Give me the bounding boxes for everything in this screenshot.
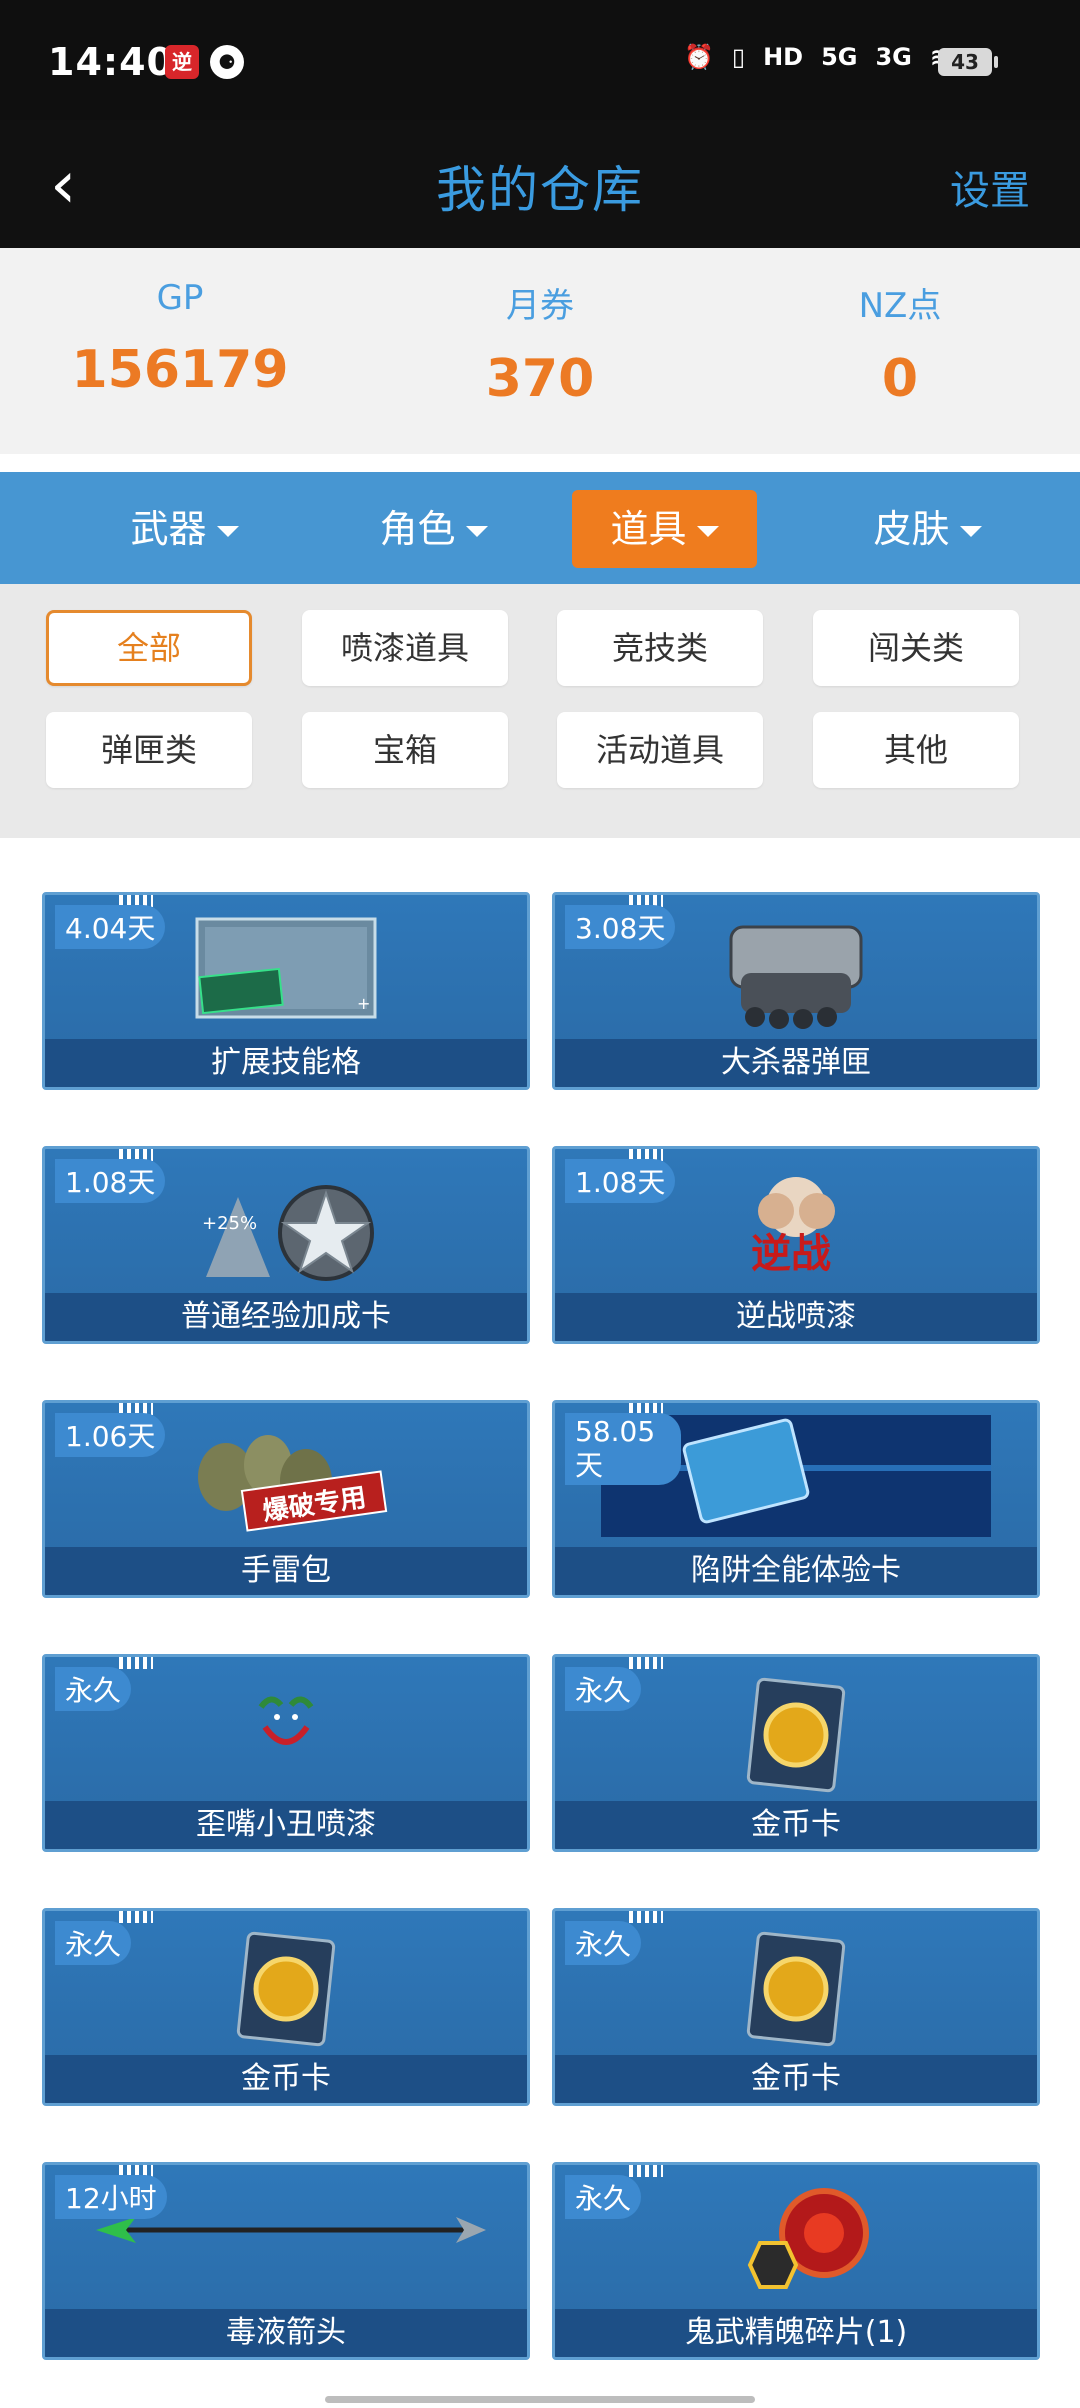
filter-magazine[interactable]: 弹匣类 [46, 712, 252, 788]
currency-nz: NZ点 0 [750, 278, 1050, 409]
duration-badge: 永久 [55, 1667, 132, 1711]
currency-value: 370 [485, 349, 595, 409]
star-badge-icon: +25% [202, 1185, 374, 1281]
page-title: 我的仓库 [436, 161, 644, 219]
status-bar: 14:40 逆 ⚈ ⏰ ▯ HD 5G 3G ≋ 43 [0, 0, 1080, 120]
item-card[interactable]: 永久 金币卡 [42, 1908, 530, 2106]
tab-label: 皮肤 [873, 507, 950, 551]
grenade-icon: 爆破专用 [198, 1435, 388, 1532]
filter-stage[interactable]: 闯关类 [813, 610, 1019, 686]
tab-label: 武器 [130, 507, 207, 551]
gold-coin-icon [746, 1931, 846, 2047]
filter-chest[interactable]: 宝箱 [302, 712, 508, 788]
duration-badge: 永久 [565, 1667, 642, 1711]
duration-badge: 3.08天 [565, 905, 676, 949]
currency-label: NZ点 [858, 286, 942, 326]
item-card[interactable]: 永久 金币卡 [552, 1908, 1040, 2106]
duration-badge: 58.05天 [565, 1413, 681, 1485]
tab-skins[interactable]: 皮肤 [835, 490, 1020, 568]
item-name: 金币卡 [555, 1801, 1037, 1849]
signal-5g-icon: 5G [821, 43, 858, 71]
magazine-icon [729, 925, 863, 1029]
chevron-down-icon [216, 526, 239, 537]
tab-label: 角色 [379, 507, 456, 551]
joker-icon [258, 1696, 314, 1745]
duration-badge: 1.06天 [55, 1413, 166, 1457]
skill-slot-icon: + [195, 917, 377, 1019]
notification-app-icon: 逆 [165, 45, 199, 79]
item-name: 金币卡 [45, 2055, 527, 2103]
chevron-down-icon [959, 526, 982, 537]
currency-label: GP [156, 278, 204, 318]
status-icons: ⏰ ▯ HD 5G 3G ≋ [684, 40, 950, 74]
home-indicator[interactable] [325, 2396, 755, 2403]
item-name: 毒液箭头 [45, 2309, 527, 2357]
item-card[interactable]: 58.05天 陷阱全能体验卡 [552, 1400, 1040, 1598]
duration-badge: 12小时 [55, 2175, 167, 2219]
item-card[interactable]: 永久 歪嘴小丑喷漆 [42, 1654, 530, 1852]
game-controller-icon: ⚈ [210, 45, 244, 79]
item-name: 大杀器弹匣 [555, 1039, 1037, 1087]
tab-label: 道具 [610, 507, 687, 551]
filter-panel: 全部 喷漆道具 竞技类 闯关类 弹匣类 宝箱 活动道具 其他 [0, 584, 1080, 838]
filter-spray[interactable]: 喷漆道具 [302, 610, 508, 686]
item-name: 普通经验加成卡 [45, 1293, 527, 1341]
item-card[interactable]: 爆破专用 1.06天 手雷包 [42, 1400, 530, 1598]
duration-badge: 永久 [565, 1921, 642, 1965]
svg-text:+: + [357, 994, 370, 1013]
vibrate-icon: ▯ [731, 43, 746, 71]
tab-items[interactable]: 道具 [572, 490, 757, 568]
chevron-down-icon [465, 526, 488, 537]
filter-competitive[interactable]: 竞技类 [557, 610, 763, 686]
gold-coin-icon [236, 1931, 336, 2047]
item-card[interactable]: 逆战 1.08天 逆战喷漆 [552, 1146, 1040, 1344]
item-name: 手雷包 [45, 1547, 527, 1595]
currency-panel: GP 156179 月券 370 NZ点 0 [0, 248, 1080, 454]
duration-badge: 永久 [565, 2175, 642, 2219]
chevron-down-icon [696, 526, 719, 537]
item-card[interactable]: + 4.04天 扩展技能格 [42, 892, 530, 1090]
exp-bonus-text: +25% [202, 1213, 257, 1234]
duration-badge: 永久 [55, 1921, 132, 1965]
category-tabs: 武器 角色 道具 皮肤 [0, 472, 1080, 584]
item-card[interactable]: 12小时 毒液箭头 [42, 2162, 530, 2360]
puzzle-shard-icon [747, 2188, 869, 2289]
alarm-icon: ⏰ [683, 43, 714, 71]
item-card[interactable]: +25% 1.08天 普通经验加成卡 [42, 1146, 530, 1344]
currency-label: 月券 [506, 286, 574, 326]
tab-weapons[interactable]: 武器 [92, 490, 277, 568]
signal-3g-icon: 3G [875, 43, 912, 71]
spray-art-text: 逆战 [751, 1231, 831, 1277]
filter-event[interactable]: 活动道具 [557, 712, 763, 788]
item-name: 金币卡 [555, 2055, 1037, 2103]
hd-icon: HD [763, 43, 804, 71]
duration-badge: 1.08天 [55, 1159, 166, 1203]
filter-all[interactable]: 全部 [46, 610, 252, 686]
settings-button[interactable]: 设置 [950, 158, 1030, 216]
item-name: 歪嘴小丑喷漆 [45, 1801, 527, 1849]
currency-yuequan: 月券 370 [390, 278, 690, 409]
duration-badge: 4.04天 [55, 905, 166, 949]
item-card[interactable]: 永久 金币卡 [552, 1654, 1040, 1852]
tab-roles[interactable]: 角色 [341, 490, 526, 568]
currency-value: 156179 [71, 340, 289, 400]
spray-icon: 逆战 [751, 1177, 835, 1277]
item-card[interactable]: 3.08天 大杀器弹匣 [552, 892, 1040, 1090]
item-name: 扩展技能格 [45, 1039, 527, 1087]
status-time: 14:40 [48, 40, 174, 84]
app-header: ‹ 我的仓库 设置 [0, 120, 1080, 248]
item-name: 陷阱全能体验卡 [555, 1547, 1037, 1595]
item-card[interactable]: 永久 鬼武精魄碎片(1) [552, 2162, 1040, 2360]
currency-gp: GP 156179 [30, 278, 330, 400]
gold-coin-icon [746, 1677, 846, 1793]
currency-value: 0 [881, 349, 919, 409]
item-name: 逆战喷漆 [555, 1293, 1037, 1341]
item-name: 鬼武精魄碎片(1) [555, 2309, 1037, 2357]
filter-other[interactable]: 其他 [813, 712, 1019, 788]
duration-badge: 1.08天 [565, 1159, 676, 1203]
battery-icon: 43 [938, 48, 998, 76]
